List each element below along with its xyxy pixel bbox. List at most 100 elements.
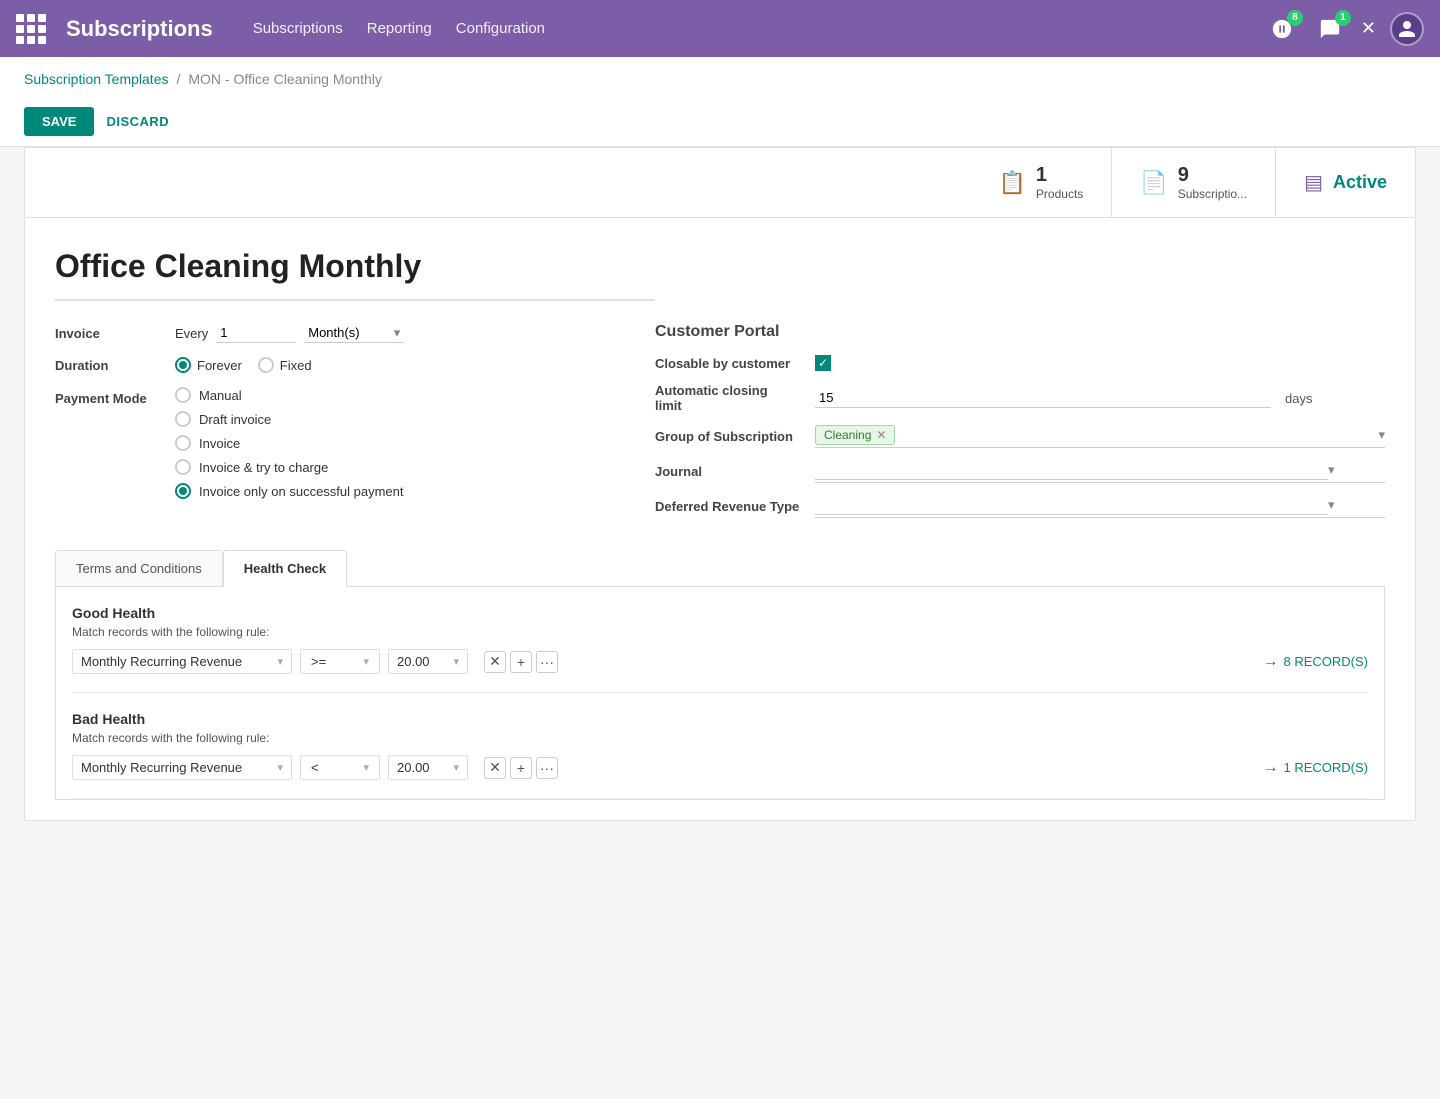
action-bar: SAVE DISCARD	[24, 97, 1416, 146]
menu-reporting[interactable]: Reporting	[367, 20, 432, 37]
deferred-row: Deferred Revenue Type ▾	[655, 495, 1385, 518]
bad-health-records-count: 1 RECORD(S)	[1283, 760, 1368, 775]
deferred-value: ▾	[815, 495, 1385, 518]
good-health-add-btn[interactable]: +	[510, 651, 532, 673]
menu-subscriptions[interactable]: Subscriptions	[253, 20, 343, 37]
top-right-actions: 8 1 ✕	[1265, 12, 1424, 46]
group-subscription-row: Group of Subscription Cleaning ✕ ▾	[655, 425, 1385, 448]
good-health-delete-btn[interactable]: ✕	[484, 651, 506, 673]
top-menu: Subscriptions Reporting Configuration	[253, 20, 545, 37]
discard-button[interactable]: DISCARD	[106, 114, 169, 129]
tab-terms[interactable]: Terms and Conditions	[55, 550, 223, 587]
products-stat[interactable]: 📋 1 Products	[971, 148, 1113, 217]
payment-manual[interactable]: Manual	[175, 387, 615, 403]
closable-checkbox[interactable]: ✓	[815, 355, 831, 371]
apps-grid-icon[interactable]	[16, 14, 46, 44]
products-label: Products	[1036, 187, 1083, 201]
breadcrumb-parent[interactable]: Subscription Templates	[24, 71, 168, 87]
bad-health-title: Bad Health	[72, 711, 1368, 727]
bad-health-add-btn[interactable]: +	[510, 757, 532, 779]
bad-health-field-arrow: ▾	[277, 761, 283, 774]
bad-health-operator-arrow: ▾	[363, 761, 369, 774]
form-title: Office Cleaning Monthly	[55, 248, 655, 301]
auto-closing-row: Automatic closinglimit days	[655, 383, 1385, 413]
deferred-arrow[interactable]: ▾	[1328, 497, 1335, 513]
bad-health-records-arrow: →	[1262, 759, 1278, 777]
good-health-more-btn[interactable]: ···	[536, 651, 558, 673]
bad-health-rule-row: Monthly Recurring Revenue ▾ < ▾ 20.00 ▾ …	[72, 755, 1368, 780]
good-health-desc: Match records with the following rule:	[72, 625, 1368, 639]
cleaning-tag-remove[interactable]: ✕	[876, 428, 886, 442]
group-subscription-arrow[interactable]: ▾	[1378, 427, 1385, 443]
bad-health-field-selector[interactable]: Monthly Recurring Revenue ▾	[72, 755, 292, 780]
active-label: Active	[1333, 172, 1387, 193]
good-health-records-link[interactable]: → 8 RECORD(S)	[1262, 653, 1368, 671]
payment-mode-row: Payment Mode Manual Draft invoice Inv	[55, 387, 615, 499]
subscriptions-label: Subscriptio...	[1178, 187, 1247, 201]
bad-health-more-btn[interactable]: ···	[536, 757, 558, 779]
invoice-period-wrapper: Month(s)	[304, 323, 404, 343]
products-count: 1	[1036, 164, 1083, 187]
avatar[interactable]	[1390, 12, 1424, 46]
auto-closing-input[interactable]	[815, 388, 1271, 408]
duration-fixed-option[interactable]: Fixed	[258, 357, 312, 373]
invoice-period-select[interactable]: Month(s)	[304, 323, 404, 343]
bad-health-operator-selector[interactable]: < ▾	[300, 755, 380, 780]
tab-health-check[interactable]: Health Check	[223, 550, 347, 587]
good-health-value-selector[interactable]: 20.00 ▾	[388, 649, 468, 674]
duration-fixed-radio[interactable]	[258, 357, 274, 373]
journal-arrow[interactable]: ▾	[1328, 462, 1335, 478]
payment-invoice-label: Invoice	[199, 436, 240, 451]
subscriptions-stat[interactable]: 📄 9 Subscriptio...	[1112, 148, 1276, 217]
cleaning-tag-label: Cleaning	[824, 428, 871, 442]
invoice-number-input[interactable]	[216, 323, 296, 343]
close-icon[interactable]: ✕	[1361, 18, 1376, 39]
breadcrumb-current: MON - Office Cleaning Monthly	[188, 71, 381, 87]
closable-value: ✓	[815, 355, 1385, 371]
journal-input[interactable]	[815, 460, 1328, 480]
duration-forever-option[interactable]: Forever	[175, 357, 242, 373]
health-check-content: Good Health Match records with the follo…	[55, 587, 1385, 800]
duration-label: Duration	[55, 358, 175, 373]
payment-invoice-success[interactable]: Invoice only on successful payment	[175, 483, 615, 499]
bad-health-delete-btn[interactable]: ✕	[484, 757, 506, 779]
payment-invoice-radio[interactable]	[175, 435, 191, 451]
bad-health-value-selector[interactable]: 20.00 ▾	[388, 755, 468, 780]
payment-manual-radio[interactable]	[175, 387, 191, 403]
menu-configuration[interactable]: Configuration	[456, 20, 545, 37]
payment-manual-label: Manual	[199, 388, 242, 403]
payment-invoice-success-radio[interactable]	[175, 483, 191, 499]
save-button[interactable]: SAVE	[24, 107, 94, 136]
cleaning-tag: Cleaning ✕	[815, 425, 895, 445]
activities-button[interactable]: 8	[1265, 12, 1299, 46]
good-health-operator-arrow: ▾	[363, 655, 369, 668]
duration-forever-radio[interactable]	[175, 357, 191, 373]
subscriptions-count: 9	[1178, 164, 1247, 187]
group-subscription-label: Group of Subscription	[655, 429, 815, 444]
messages-button[interactable]: 1	[1313, 12, 1347, 46]
group-subscription-select-row: Cleaning ✕ ▾	[815, 425, 1385, 448]
form-card: Office Cleaning Monthly Invoice Every Mo…	[24, 217, 1416, 821]
portal-title: Customer Portal	[655, 323, 1385, 341]
bad-health-records-link[interactable]: → 1 RECORD(S)	[1262, 759, 1368, 777]
duration-row: Duration Forever Fixed	[55, 357, 615, 373]
good-health-operator-selector[interactable]: >= ▾	[300, 649, 380, 674]
form-left-column: Invoice Every Month(s) Duration	[55, 323, 615, 530]
active-icon: ▤	[1304, 170, 1323, 195]
journal-label: Journal	[655, 464, 815, 479]
payment-draft[interactable]: Draft invoice	[175, 411, 615, 427]
payment-invoice[interactable]: Invoice	[175, 435, 615, 451]
payment-invoice-charge-radio[interactable]	[175, 459, 191, 475]
auto-closing-label: Automatic closinglimit	[655, 383, 815, 413]
bad-health-rule-actions: ✕ + ···	[484, 757, 558, 779]
journal-row: Journal ▾	[655, 460, 1385, 483]
deferred-input[interactable]	[815, 495, 1328, 515]
good-health-rule-row: Monthly Recurring Revenue ▾ >= ▾ 20.00 ▾…	[72, 649, 1368, 674]
active-stat[interactable]: ▤ Active	[1276, 148, 1415, 217]
payment-invoice-charge[interactable]: Invoice & try to charge	[175, 459, 615, 475]
subscriptions-icon: 📄	[1140, 170, 1167, 196]
good-health-field-selector[interactable]: Monthly Recurring Revenue ▾	[72, 649, 292, 674]
payment-invoice-charge-label: Invoice & try to charge	[199, 460, 328, 475]
good-health-operator-text: >=	[311, 654, 363, 669]
payment-draft-radio[interactable]	[175, 411, 191, 427]
